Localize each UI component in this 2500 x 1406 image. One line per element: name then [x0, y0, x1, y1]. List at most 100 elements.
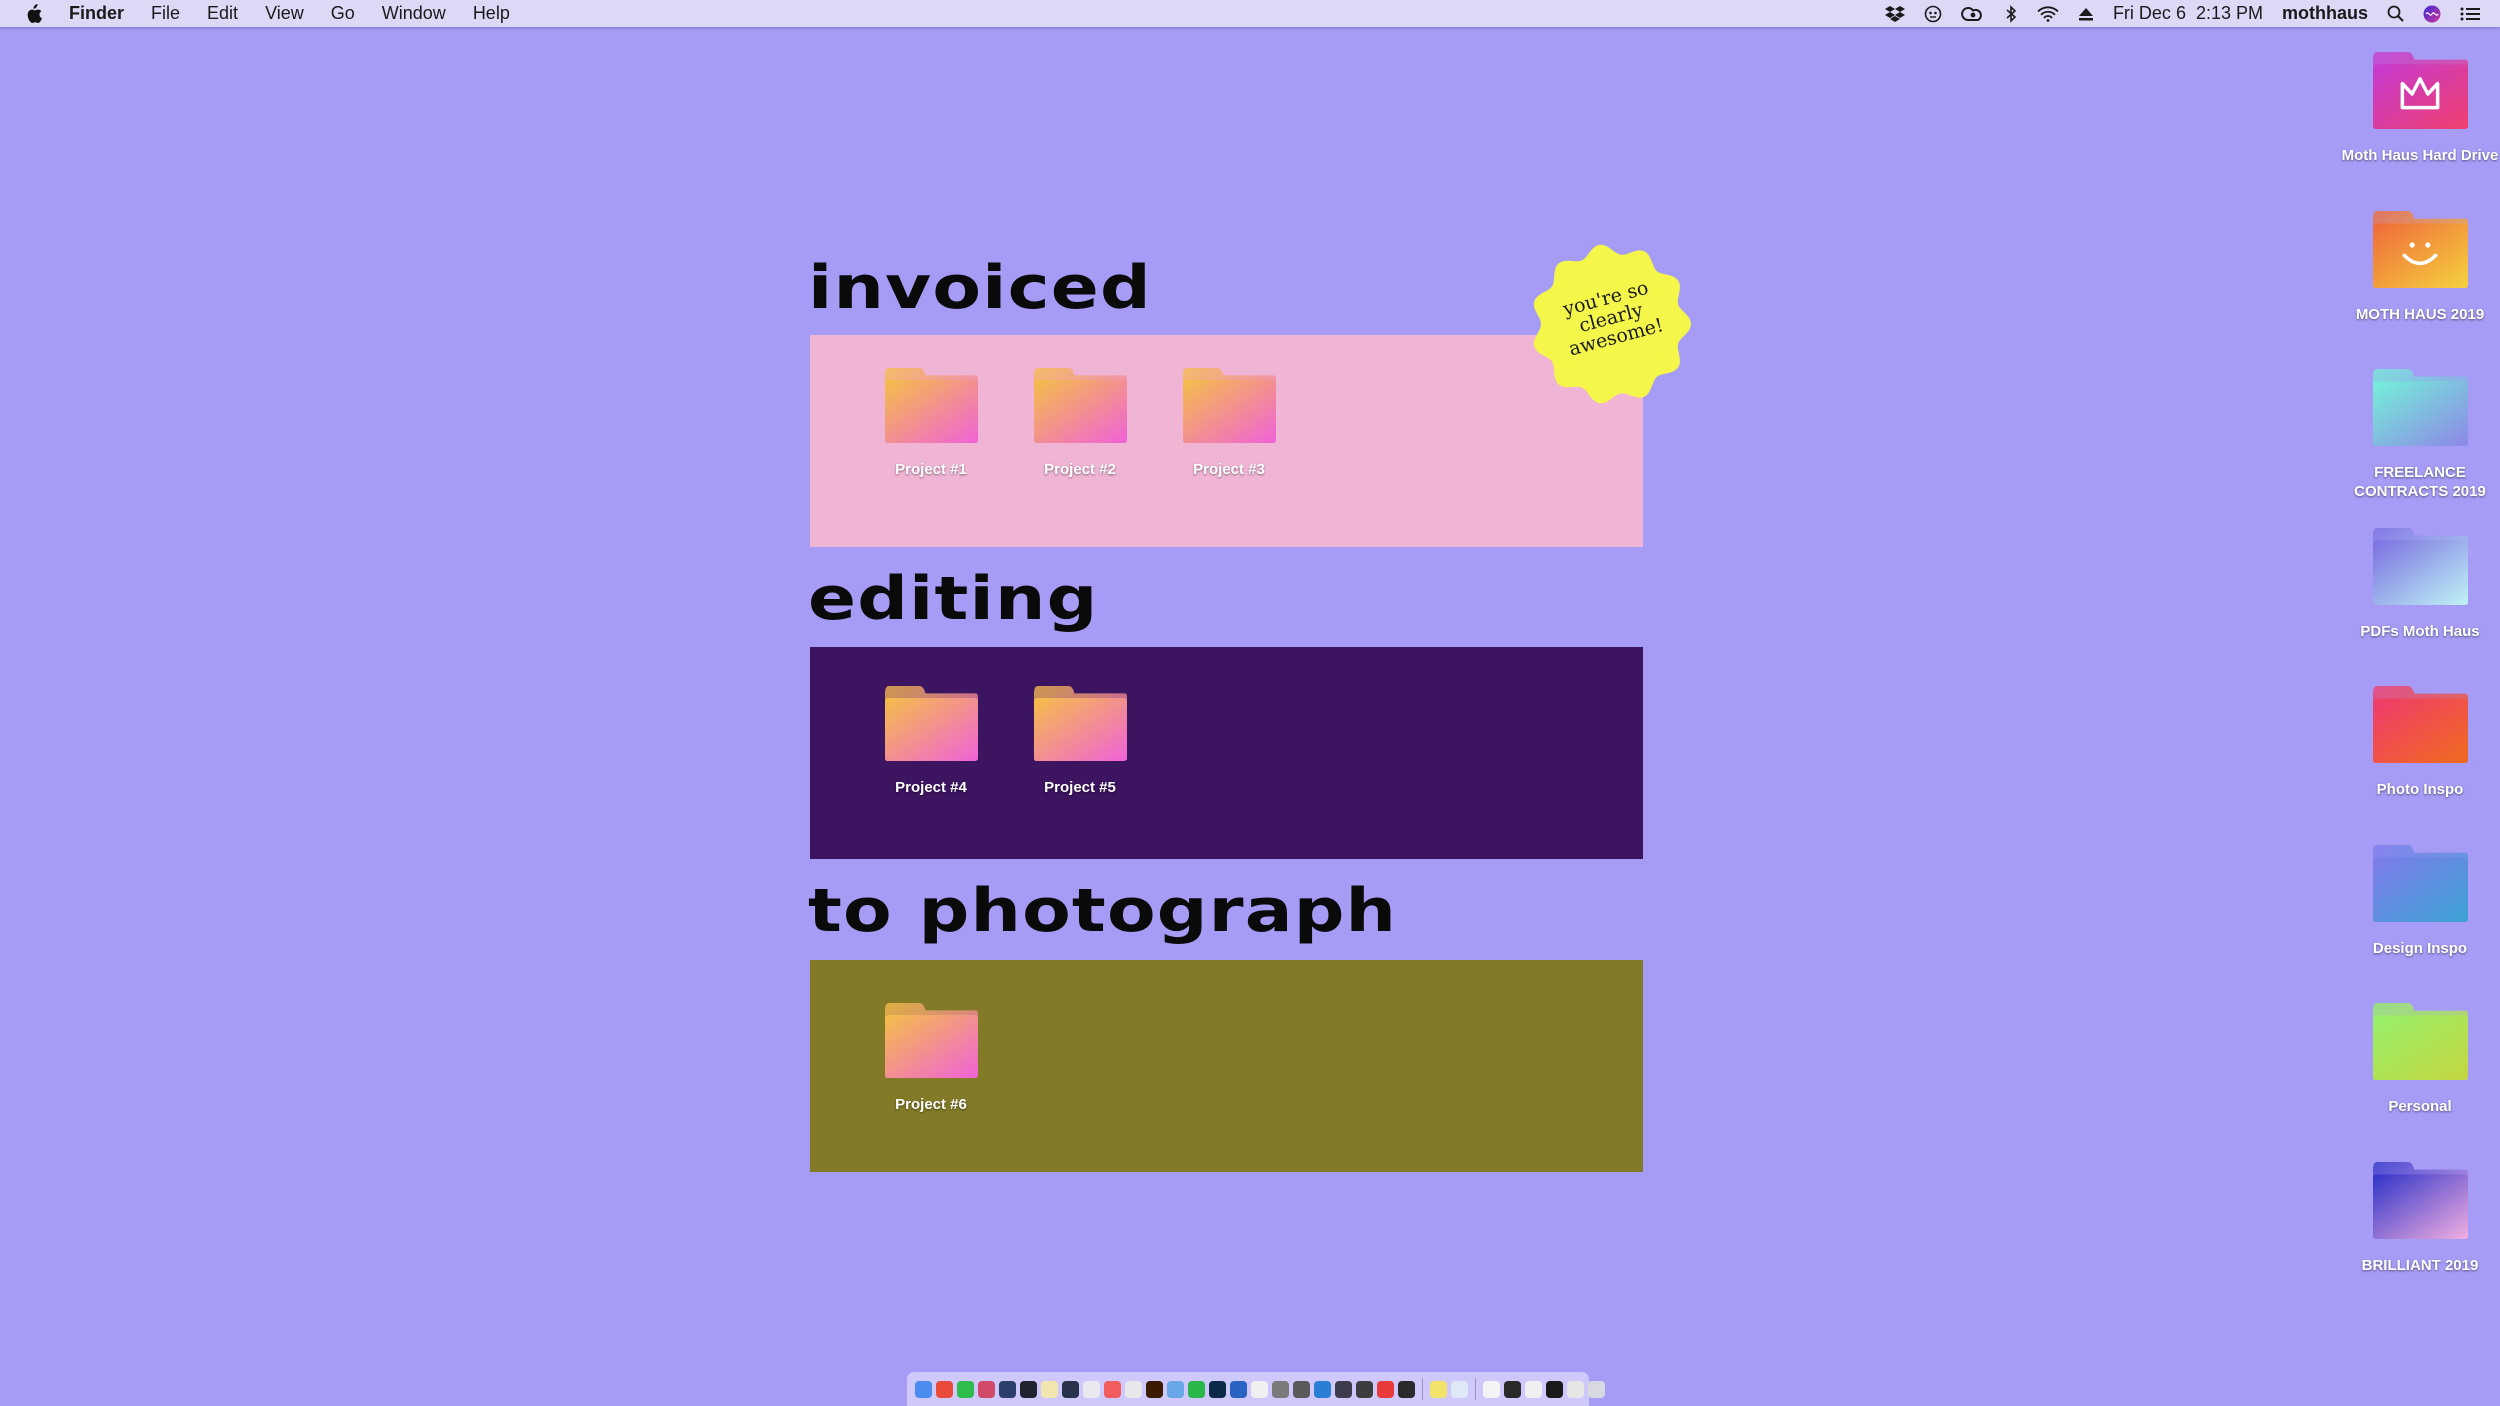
dock-app-icon[interactable]	[1430, 1380, 1447, 1398]
folder-icon	[2340, 367, 2500, 452]
dock-app-icon[interactable]	[1335, 1380, 1352, 1398]
trash-icon[interactable]	[1588, 1380, 1605, 1398]
desktop-icon-label: PDFs Moth Haus	[2360, 623, 2480, 640]
folder-icon	[856, 1001, 1006, 1084]
dock-app-icon[interactable]	[1272, 1380, 1289, 1398]
folder-label: Project #4	[895, 779, 967, 796]
dock	[907, 1372, 1605, 1406]
dock-app-icon[interactable]	[1483, 1380, 1500, 1398]
dock-app-icon[interactable]	[1567, 1380, 1584, 1398]
notification-center-icon[interactable]	[2460, 6, 2480, 22]
desktop-icon-moth-haus-2019[interactable]: MOTH HAUS 2019	[2340, 209, 2500, 324]
dock-app-icon[interactable]	[1314, 1380, 1331, 1398]
folder-project-1[interactable]: Project #1	[856, 366, 1006, 478]
folder-project-2[interactable]: Project #2	[1005, 366, 1155, 478]
dock-app-icon[interactable]	[1230, 1380, 1247, 1398]
desktop-icon-label: Personal	[2388, 1098, 2452, 1115]
folder-label: Project #1	[895, 461, 967, 478]
apple-menu-icon[interactable]	[24, 3, 42, 24]
section-title-editing: editing	[808, 564, 1099, 634]
folder-label: Project #2	[1044, 461, 1116, 478]
folder-project-5[interactable]: Project #5	[1005, 684, 1155, 796]
folder-project-3[interactable]: Project #3	[1154, 366, 1304, 478]
menu-help[interactable]: Help	[473, 3, 510, 24]
dock-app-icon[interactable]	[999, 1380, 1016, 1398]
dock-app-icon[interactable]	[1062, 1380, 1079, 1398]
dock-app-icon[interactable]	[1188, 1380, 1205, 1398]
dock-app-icon[interactable]	[1083, 1380, 1100, 1398]
folder-label: Project #3	[1193, 461, 1265, 478]
dock-app-icon[interactable]	[1125, 1380, 1142, 1398]
dock-app-icon[interactable]	[1377, 1380, 1394, 1398]
menu-finder[interactable]: Finder	[69, 3, 124, 24]
user-name[interactable]: mothhaus	[2282, 3, 2368, 24]
dock-app-icon[interactable]	[1209, 1380, 1226, 1398]
folder-label: Project #5	[1044, 779, 1116, 796]
folder-icon	[2340, 843, 2500, 928]
desktop-icon-label: Design Inspo	[2372, 940, 2468, 957]
dock-app-icon[interactable]	[936, 1380, 953, 1398]
alfred-icon[interactable]	[1924, 5, 1942, 23]
eject-icon[interactable]	[2078, 7, 2094, 21]
folder-label: Project #6	[895, 1096, 967, 1113]
wifi-icon[interactable]	[2037, 5, 2059, 22]
creative-cloud-icon[interactable]	[1961, 6, 1985, 22]
desktop-icon-label: FREELANCE CONTRACTS 2019	[2354, 464, 2486, 500]
folder-icon	[856, 684, 1006, 767]
folder-icon	[1154, 366, 1304, 449]
desktop-icon-photo-inspo[interactable]: Photo Inspo	[2340, 684, 2500, 799]
dock-app-icon[interactable]	[1251, 1380, 1268, 1398]
section-title-to-photograph: to photograph	[808, 876, 1398, 946]
dock-app-icon[interactable]	[1546, 1380, 1563, 1398]
dock-app-icon[interactable]	[1398, 1380, 1415, 1398]
siri-icon[interactable]	[2423, 5, 2441, 23]
folder-icon	[2340, 684, 2500, 769]
dock-app-icon[interactable]	[915, 1380, 932, 1398]
desktop-icon-brilliant-2019[interactable]: BRILLIANT 2019	[2340, 1160, 2500, 1275]
dock-app-icon[interactable]	[1020, 1380, 1037, 1398]
desktop-icon-label: MOTH HAUS 2019	[2355, 306, 2485, 323]
dock-app-icon[interactable]	[957, 1380, 974, 1398]
dropbox-icon[interactable]	[1884, 5, 1905, 23]
dock-app-icon[interactable]	[1146, 1380, 1163, 1398]
crown-icon	[2340, 50, 2500, 135]
folder-icon	[2340, 526, 2500, 611]
dock-app-icon[interactable]	[978, 1380, 995, 1398]
dock-app-icon[interactable]	[1525, 1380, 1542, 1398]
dock-app-icon[interactable]	[1167, 1380, 1184, 1398]
desktop-icon-label: BRILLIANT 2019	[2361, 1257, 2479, 1274]
dock-app-icon[interactable]	[1504, 1380, 1521, 1398]
folder-icon	[856, 366, 1006, 449]
menu-window[interactable]: Window	[382, 3, 446, 24]
dock-separator	[1475, 1378, 1476, 1400]
dock-app-icon[interactable]	[1356, 1380, 1373, 1398]
folder-project-4[interactable]: Project #4	[856, 684, 1006, 796]
menu-view[interactable]: View	[265, 3, 304, 24]
menu-edit[interactable]: Edit	[207, 3, 238, 24]
desktop-icon-pdfs-moth-haus[interactable]: PDFs Moth Haus	[2340, 526, 2500, 641]
dock-app-icon[interactable]	[1293, 1380, 1310, 1398]
smiley-icon	[2340, 209, 2500, 294]
desktop-icon-label: Moth Haus Hard Drive	[2341, 147, 2499, 164]
section-title-invoiced: invoiced	[808, 253, 1152, 323]
search-icon[interactable]	[2387, 5, 2404, 22]
menu-file[interactable]: File	[151, 3, 180, 24]
dock-app-icon[interactable]	[1451, 1380, 1468, 1398]
menu-go[interactable]: Go	[331, 3, 355, 24]
clock[interactable]: Fri Dec 6 2:13 PM	[2113, 3, 2263, 24]
dock-app-icon[interactable]	[1041, 1380, 1058, 1398]
folder-project-6[interactable]: Project #6	[856, 1001, 1006, 1113]
desktop-icon-label: Photo Inspo	[2376, 781, 2464, 798]
folder-icon	[1005, 684, 1155, 767]
bluetooth-icon[interactable]	[2004, 4, 2018, 23]
folder-icon	[2340, 1001, 2500, 1086]
folder-icon	[1005, 366, 1155, 449]
desktop-icon-design-inspo[interactable]: Design Inspo	[2340, 843, 2500, 958]
desktop-icon-freelance-contracts-2019[interactable]: FREELANCE CONTRACTS 2019	[2340, 367, 2500, 501]
menu-bar-right: Fri Dec 6 2:13 PM mothhaus	[1866, 0, 2480, 27]
dock-app-icon[interactable]	[1104, 1380, 1121, 1398]
menu-bar-left: Finder File Edit View Go Window Help	[24, 0, 537, 27]
desktop-icon-personal[interactable]: Personal	[2340, 1001, 2500, 1116]
desktop-icon-moth-haus-hard-drive[interactable]: Moth Haus Hard Drive	[2340, 50, 2500, 165]
sticker-badge: you're so clearly awesome!	[1525, 238, 1697, 410]
